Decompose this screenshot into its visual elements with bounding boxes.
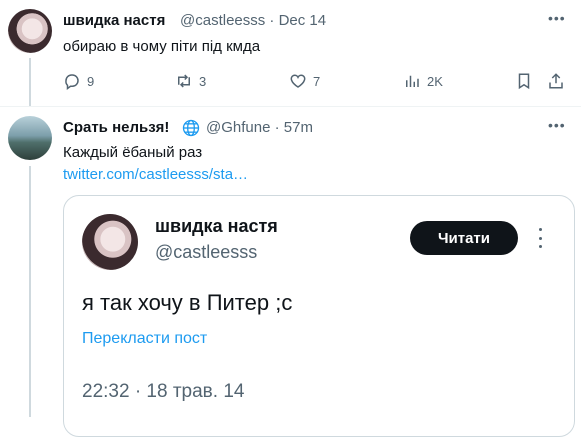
like-button[interactable]: 7 (289, 72, 320, 90)
author-name[interactable]: Срать нельзя! (63, 119, 169, 136)
repost-count: 3 (199, 73, 207, 89)
like-icon (290, 74, 306, 88)
tweet-divider (0, 106, 581, 107)
avatar[interactable] (8, 116, 52, 160)
tweet-text: Каждый ёбаный раз (63, 144, 203, 161)
views-count: 2K (427, 73, 443, 89)
reply-count: 9 (87, 73, 95, 89)
tweet-link[interactable]: twitter.com/castleesss/sta… (63, 166, 248, 183)
globe-icon (182, 119, 200, 137)
vertical-more-icon[interactable] (537, 228, 543, 248)
quoted-text: я так хочу в Питер ;с (82, 290, 293, 315)
quoted-author-name[interactable]: швидка настя (155, 216, 278, 237)
share-icon (549, 73, 563, 89)
share-button[interactable] (547, 72, 565, 90)
views-button[interactable]: 2K (403, 72, 443, 90)
more-options-icon[interactable]: ••• (548, 117, 566, 133)
quoted-author-handle[interactable]: @castleesss (155, 242, 257, 263)
tweet-text: обираю в чому піти під кмда (63, 38, 261, 55)
quoted-datetime[interactable]: 22:32 · 18 трав. 14 (82, 381, 244, 403)
author-handle-time[interactable]: @Ghfune · 57m (206, 119, 313, 136)
avatar[interactable] (8, 9, 52, 53)
more-options-icon[interactable]: ••• (548, 10, 566, 26)
views-icon (406, 75, 419, 87)
repost-button[interactable]: 3 (175, 72, 206, 90)
bookmark-icon (518, 73, 530, 90)
reply-button[interactable]: 9 (63, 72, 94, 90)
thread-connector (29, 166, 31, 417)
read-button[interactable]: Читати (410, 221, 518, 255)
author-name[interactable]: швидка настя (63, 12, 165, 29)
translate-link[interactable]: Перекласти пост (82, 330, 207, 348)
author-handle-time[interactable]: @castleesss · Dec 14 (180, 12, 326, 29)
repost-icon (178, 74, 190, 88)
reply-icon (65, 74, 79, 90)
bookmark-button[interactable] (515, 72, 533, 90)
thread-connector (29, 58, 31, 106)
avatar[interactable] (82, 214, 138, 270)
like-count: 7 (313, 73, 321, 89)
